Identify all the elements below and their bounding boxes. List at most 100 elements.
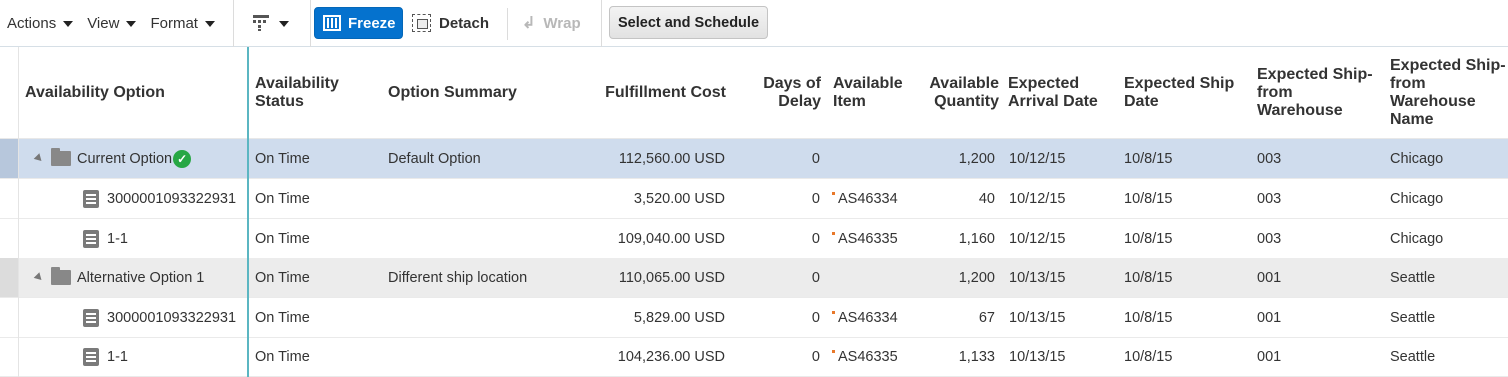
table-row[interactable]: 1-1 On Time 109,040.00 USD 0 AS46335 1,1… <box>0 219 1508 259</box>
fulfillment-cost: 109,040.00 USD <box>617 230 725 247</box>
table-row-current-option[interactable]: Current Option ✓ On Time Default Option … <box>0 139 1508 179</box>
column-header-label: Warehouse <box>1390 93 1476 110</box>
table-row[interactable]: 1-1 On Time 104,236.00 USD 0 AS46335 1,1… <box>0 337 1508 377</box>
row-selector-divider <box>18 47 19 377</box>
ship-from-warehouse: 001 <box>1257 269 1282 286</box>
column-header-label: Expected <box>1008 75 1080 92</box>
collapse-icon[interactable] <box>33 272 45 283</box>
days-of-delay: 0 <box>811 348 820 365</box>
column-header-days-of-delay[interactable]: Days of Delay <box>740 75 821 111</box>
table-row-alternative-option[interactable]: Alternative Option 1 On Time Different s… <box>0 258 1508 298</box>
detach-button[interactable]: Detach <box>412 7 489 39</box>
fulfillment-cost: 5,829.00 USD <box>633 309 725 326</box>
availability-option-cell: 3000001093322931 <box>83 298 236 337</box>
availability-option-cell: 1-1 <box>83 219 128 258</box>
column-header-label: Availability <box>255 75 339 92</box>
toolbar-divider <box>309 0 311 47</box>
available-quantity: 1,200 <box>958 269 995 286</box>
row-selector[interactable] <box>0 139 18 178</box>
fulfillment-cost: 104,236.00 USD <box>617 348 725 365</box>
select-and-schedule-label: Select and Schedule <box>617 14 760 31</box>
expected-arrival-date: 10/13/15 <box>1009 269 1066 286</box>
column-header-expected-ship-from-warehouse[interactable]: Expected Ship- from Warehouse <box>1257 66 1373 120</box>
collapse-icon[interactable] <box>33 153 45 164</box>
table-row[interactable]: 3000001093322931 On Time 3,520.00 USD 0 … <box>0 179 1508 219</box>
option-name: 1-1 <box>107 348 128 365</box>
row-selector[interactable] <box>0 298 18 337</box>
available-item: AS46335 <box>832 219 898 258</box>
column-header-label: Status <box>255 93 304 110</box>
availability-status: On Time <box>255 150 310 167</box>
ship-from-warehouse-name: Seattle <box>1390 309 1436 326</box>
available-item: AS46335 <box>832 337 898 376</box>
document-icon <box>83 189 99 208</box>
freeze-button[interactable]: Freeze <box>314 7 403 39</box>
column-header-label: from <box>1257 84 1293 101</box>
detach-icon <box>412 14 431 32</box>
row-selector[interactable] <box>0 219 18 258</box>
table-row[interactable]: 3000001093322931 On Time 5,829.00 USD 0 … <box>0 298 1508 338</box>
option-summary: Different ship location <box>388 269 528 286</box>
column-header-label: Name <box>1390 111 1434 128</box>
days-of-delay: 0 <box>811 230 820 247</box>
wrap-button[interactable]: ↲ Wrap <box>522 7 581 39</box>
ship-from-warehouse: 001 <box>1257 309 1282 326</box>
column-header-available-item[interactable]: Available Item <box>833 75 903 111</box>
document-icon <box>83 308 99 327</box>
chevron-down-icon <box>278 21 289 27</box>
available-item-value: AS46334 <box>838 190 898 207</box>
availability-option-cell: Current Option ✓ <box>33 139 192 178</box>
detach-button-label: Detach <box>439 14 490 32</box>
column-header-expected-arrival-date[interactable]: Expected Arrival Date <box>1008 75 1098 111</box>
column-header-expected-ship-from-warehouse-name[interactable]: Expected Ship- from Warehouse Name <box>1390 57 1506 129</box>
menu-bar: Actions View Format <box>0 0 229 46</box>
toolbar-divider <box>507 8 508 40</box>
column-format-menu[interactable] <box>234 0 310 46</box>
column-header-label: Option Summary <box>388 84 517 101</box>
available-item-value: AS46335 <box>838 348 898 365</box>
column-header-availability-status[interactable]: Availability Status <box>255 75 339 111</box>
availability-option-cell: 1-1 <box>83 337 128 376</box>
column-header-expected-ship-date[interactable]: Expected Ship Date <box>1124 75 1234 111</box>
freeze-button-label: Freeze <box>348 14 396 32</box>
row-selector[interactable] <box>0 179 18 218</box>
availability-option-cell: 3000001093322931 <box>83 179 236 218</box>
ship-from-warehouse: 001 <box>1257 348 1282 365</box>
available-item: AS46334 <box>832 179 898 218</box>
column-header-label: Expected Ship- <box>1257 66 1373 83</box>
column-header-label: Warehouse <box>1257 102 1343 119</box>
availability-status: On Time <box>255 230 310 247</box>
availability-status: On Time <box>255 190 310 207</box>
format-menu[interactable]: Format <box>150 15 215 32</box>
actions-menu-label: Actions <box>7 14 57 32</box>
fulfillment-cost: 112,560.00 USD <box>618 150 725 167</box>
expected-arrival-date: 10/12/15 <box>1009 230 1066 247</box>
folder-icon <box>51 148 71 166</box>
view-menu[interactable]: View <box>87 15 137 32</box>
row-selector[interactable] <box>0 258 18 297</box>
column-header-label: Fulfillment Cost <box>605 84 726 101</box>
frozen-column-divider[interactable] <box>247 47 249 377</box>
option-name: 3000001093322931 <box>107 309 237 326</box>
row-selector[interactable] <box>0 337 18 376</box>
availability-option-cell: Alternative Option 1 <box>33 258 204 297</box>
days-of-delay: 0 <box>811 269 820 286</box>
column-format-icon <box>250 12 272 34</box>
actions-menu[interactable]: Actions <box>7 14 74 32</box>
column-header-fulfillment-cost[interactable]: Fulfillment Cost <box>560 84 726 102</box>
select-and-schedule-button[interactable]: Select and Schedule <box>609 6 768 39</box>
column-header-label: Arrival Date <box>1008 93 1098 110</box>
column-header-availability-option[interactable]: Availability Option <box>25 84 165 102</box>
expected-arrival-date: 10/13/15 <box>1009 348 1066 365</box>
ship-from-warehouse: 003 <box>1257 150 1282 167</box>
wrap-icon: ↲ <box>522 15 536 32</box>
format-menu-label: Format <box>150 14 198 32</box>
column-header-option-summary[interactable]: Option Summary <box>388 84 517 102</box>
expected-arrival-date: 10/13/15 <box>1009 309 1066 326</box>
ship-from-warehouse-name: Seattle <box>1390 348 1436 365</box>
available-item: AS46334 <box>832 298 898 337</box>
column-header-available-quantity[interactable]: Available Quantity <box>905 75 999 111</box>
wrap-button-label: Wrap <box>543 14 581 32</box>
expected-ship-date: 10/8/15 <box>1124 348 1173 365</box>
column-header-label: from <box>1390 75 1426 92</box>
